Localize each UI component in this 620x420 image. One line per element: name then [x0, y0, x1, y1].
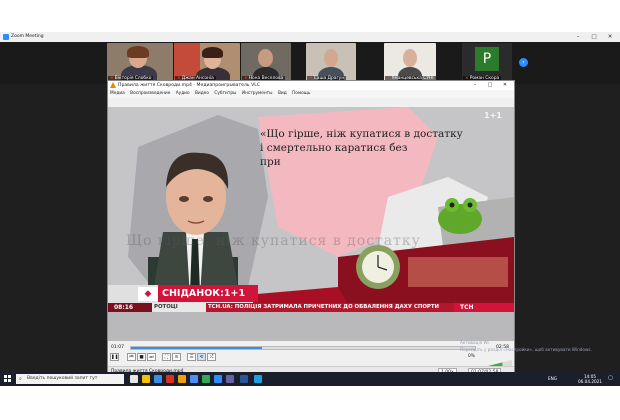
participant-tile[interactable]: P ⨯Роман Скора	[462, 43, 512, 83]
vlc-cone-icon	[110, 82, 116, 88]
show-channel: 1+1	[223, 288, 246, 299]
taskbar-search-input[interactable]: ⌕ Введіть пошуковий запит тут	[16, 374, 124, 384]
ticker-left: РОТОЦІ	[154, 304, 178, 310]
telegram-icon[interactable]	[254, 375, 262, 383]
search-placeholder: Введіть пошуковий запит тут	[27, 376, 98, 381]
search-icon: ⌕	[19, 376, 22, 382]
menu-audio[interactable]: Аудио	[176, 90, 190, 98]
participant-face	[324, 49, 338, 67]
quote-line: «Що гірше, ніж купатися в достатку	[260, 128, 463, 140]
zoom-taskbar-icon[interactable]	[214, 375, 222, 383]
screen: Zoom Meeting – □ ✕ ⨯Вікторія Слобко ⨯Джа…	[0, 0, 620, 420]
vlc-title: Правила життя Сковроди.mp4 - Медиапроигр…	[118, 83, 261, 88]
store-icon[interactable]	[190, 375, 198, 383]
participant-tile[interactable]: ⨯Вікторія Слобко	[107, 43, 173, 83]
taskbar: ⌕ Введіть пошуковий запит тут ENG 14:05 …	[0, 372, 620, 386]
participant-hair	[127, 46, 149, 58]
news-ticker: ТСН.UA: ПОЛІЦІЯ ЗАТРИМАЛА ПРИЧЕТНИХ ДО О…	[208, 304, 440, 310]
tray-language[interactable]: ENG	[548, 376, 557, 381]
zoom-titlebar: Zoom Meeting – □ ✕	[0, 32, 620, 42]
participant-tile[interactable]: ⨯Джан Ансоніа	[174, 43, 240, 83]
windows-start-icon[interactable]	[4, 375, 11, 382]
menu-playback[interactable]: Воспроизведение	[130, 90, 170, 98]
show-title: СНІДАНОК:1+1	[162, 288, 246, 299]
close-icon[interactable]: ✕	[602, 32, 618, 42]
seek-bar[interactable]	[130, 346, 476, 350]
tray-date: 06.04.2021	[578, 379, 602, 384]
vlc-maximize-icon[interactable]: □	[483, 81, 497, 90]
channel-logo: 1+1	[484, 111, 502, 120]
tray-clock[interactable]: 14:05 06.04.2021	[578, 374, 602, 384]
menu-help[interactable]: Помощь	[292, 90, 310, 98]
stop-icon[interactable]: ■	[137, 353, 146, 361]
menu-subtitles[interactable]: Субтитры	[214, 90, 236, 98]
participant-hair	[202, 47, 223, 58]
participant-tile[interactable]: ⨯Саша Драгун	[306, 43, 356, 83]
quote-line: при	[260, 156, 281, 168]
word-icon[interactable]	[240, 375, 248, 383]
next-page-arrow-icon[interactable]: ›	[519, 58, 528, 67]
pause-icon[interactable]: ❚❚	[110, 353, 119, 361]
participant-face	[403, 49, 417, 67]
menu-view[interactable]: Вид	[278, 90, 287, 98]
participant-tile[interactable]: ⨯Нона Веселова	[241, 43, 291, 83]
vlc-titlebar: Правила життя Сковроди.mp4 - Медиапроигр…	[108, 81, 514, 90]
zoom-logo-icon	[3, 34, 9, 40]
video-frame[interactable]: «Що гірше, ніж купатися в достатку і сме…	[108, 107, 514, 341]
menu-video[interactable]: Видео	[195, 90, 209, 98]
vlc-minimize-icon[interactable]: –	[468, 81, 482, 90]
quote-line: і смертельно каратися без	[260, 142, 408, 154]
ticker-right: ТСН	[460, 304, 474, 311]
vlc-taskbar-icon[interactable]	[178, 375, 186, 383]
volume-slider[interactable]	[480, 353, 512, 368]
ticker-clock: 08:16	[114, 304, 134, 311]
shuffle-icon[interactable]: ⤮	[207, 353, 216, 361]
chrome-icon[interactable]	[202, 375, 210, 383]
activate-windows-line1: Активація Wi	[460, 340, 489, 345]
video-watermark-text: Що гірше, ніж купатися в достатку	[126, 233, 421, 249]
playlist-icon[interactable]: ☰	[187, 353, 196, 361]
seek-bar-fill	[131, 347, 262, 349]
participant-face	[258, 49, 273, 67]
mail-icon[interactable]	[154, 375, 162, 383]
menu-tools[interactable]: Инструменты	[242, 90, 273, 98]
previous-icon[interactable]: ⏮	[127, 353, 136, 361]
participant-tile[interactable]: ⨯Уманцевська СУНІ	[384, 43, 436, 83]
vlc-menubar: Медиа Воспроизведение Аудио Видео Субтит…	[108, 90, 514, 98]
zoom-title: Zoom Meeting	[11, 34, 44, 39]
task-view-icon[interactable]	[130, 375, 138, 383]
minimize-icon[interactable]: –	[570, 32, 586, 42]
vlc-close-icon[interactable]: ✕	[498, 81, 512, 90]
show-name: СНІДАНОК	[162, 288, 221, 299]
opera-icon[interactable]	[166, 375, 174, 383]
volume-percent: 0%	[468, 354, 475, 359]
app-icon[interactable]	[226, 375, 234, 383]
maximize-icon[interactable]: □	[586, 32, 602, 42]
extended-settings-icon[interactable]: ≡	[172, 353, 181, 361]
loop-icon[interactable]: ⟲	[197, 353, 206, 361]
notifications-icon[interactable]: ▢	[608, 376, 613, 381]
menu-media[interactable]: Медиа	[110, 90, 125, 98]
time-elapsed: 01:07	[111, 345, 124, 350]
outer-margin-top	[0, 0, 620, 32]
vlc-window: Правила життя Сковроди.mp4 - Медиапроигр…	[107, 80, 515, 378]
next-icon[interactable]: ⏭	[147, 353, 156, 361]
activate-windows-line2: Перейдіть у розділ «Настройки», щоб акти…	[460, 347, 592, 352]
show-logo-icon: ◆	[144, 289, 152, 299]
file-explorer-icon[interactable]	[142, 375, 150, 383]
participant-strip: ⨯Вікторія Слобко ⨯Джан Ансоніа ⨯Нона Вес…	[0, 42, 620, 84]
participant-avatar: P	[475, 47, 499, 71]
fullscreen-icon[interactable]: ⛶	[162, 353, 171, 361]
video-quote: «Що гірше, ніж купатися в достатку і сме…	[260, 127, 500, 169]
